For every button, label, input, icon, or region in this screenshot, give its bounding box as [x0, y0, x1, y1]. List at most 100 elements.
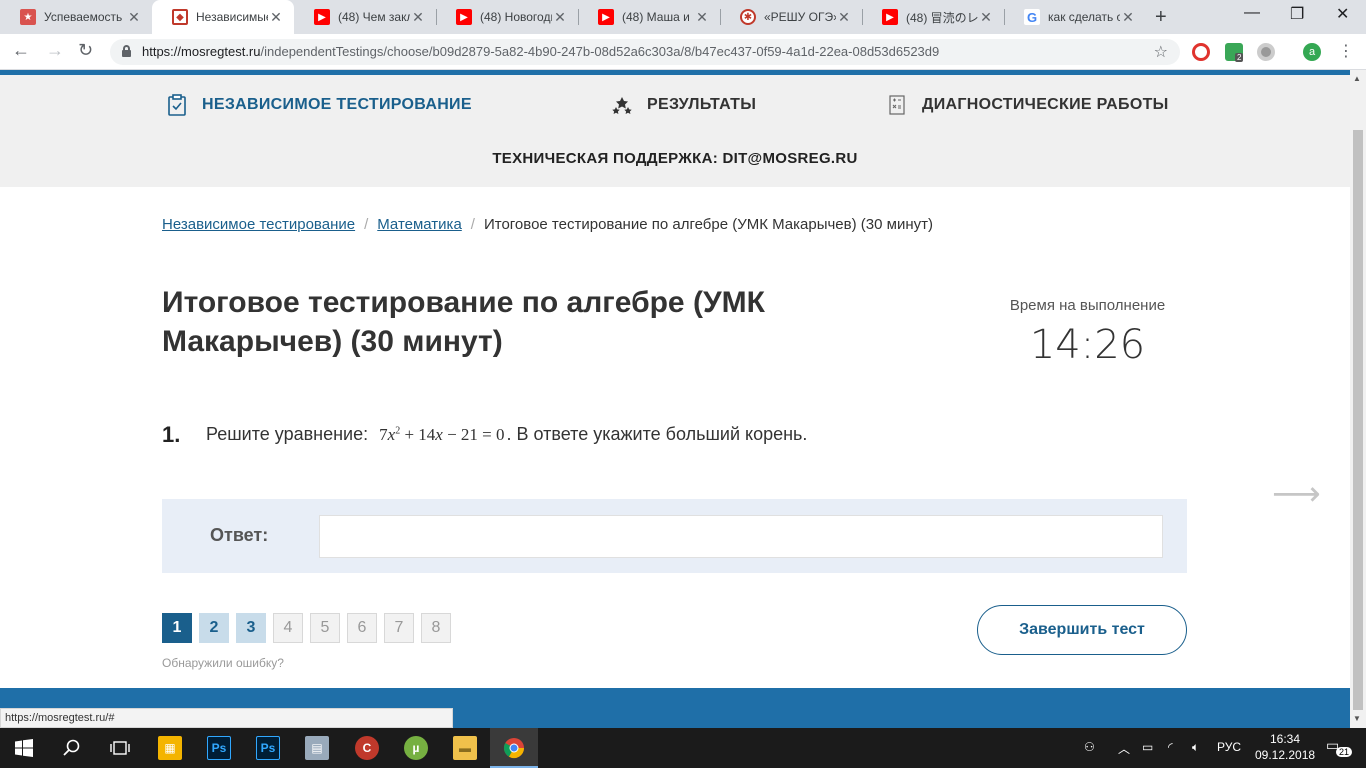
close-icon[interactable]: ✕	[978, 9, 994, 26]
scroll-down-icon[interactable]: ▼	[1353, 714, 1361, 723]
support-contact: ТЕХНИЧЕСКАЯ ПОДДЕРЖКА: DIT@MOSREG.RU	[492, 150, 858, 167]
question-pager: 1 2 3 4 5 6 7 8	[162, 613, 458, 643]
file-explorer-icon[interactable]: ▬	[453, 736, 477, 760]
timer-value: 14:26	[1029, 322, 1146, 368]
task-view-icon[interactable]	[108, 736, 132, 760]
mosreg-icon: ◆	[172, 9, 188, 25]
system-clock[interactable]: 16:34 09.12.2018	[1255, 731, 1315, 763]
close-icon[interactable]: ✕	[268, 9, 284, 26]
lock-icon	[122, 45, 131, 57]
answer-input[interactable]	[319, 515, 1163, 558]
back-icon[interactable]: ←	[12, 40, 30, 61]
battery-icon[interactable]: ▭	[1142, 740, 1153, 754]
tab-strip: ★ Успеваемость ✕ ◆ Независимые ✕ ▶ (48) …	[0, 0, 1366, 34]
answer-panel: Ответ:	[162, 499, 1187, 573]
finish-test-button[interactable]: Завершить тест	[977, 605, 1187, 655]
url-text: https://mosregtest.ru/independentTesting…	[142, 44, 939, 59]
breadcrumb-separator: /	[364, 216, 369, 233]
url-host: https://mosregtest.ru	[142, 44, 261, 59]
tab-title: (48) Чем заклю	[338, 10, 410, 24]
forward-icon[interactable]: →	[46, 40, 64, 61]
page-button-2[interactable]: 2	[199, 613, 229, 643]
site-header: НЕЗАВИСИМОЕ ТЕСТИРОВАНИЕ РЕЗУЛЬТАТЫ ДИАГ…	[0, 75, 1350, 187]
profile-avatar[interactable]: a	[1303, 43, 1321, 61]
tab-nezavisimye[interactable]: ◆ Независимые ✕	[152, 0, 294, 34]
search-icon[interactable]	[60, 736, 84, 760]
equation-part: + 14	[400, 425, 436, 444]
page-button-6[interactable]: 6	[347, 613, 377, 643]
tab-uspevaemost[interactable]: ★ Успеваемость ✕	[0, 0, 152, 34]
photoshop-icon[interactable]: Ps	[207, 736, 231, 760]
page-button-4[interactable]: 4	[273, 613, 303, 643]
question-text: Решите уравнение: 7x2 + 14x − 21 = 0. В …	[206, 424, 807, 445]
nav-independent-testing[interactable]: НЕЗАВИСИМОЕ ТЕСТИРОВАНИЕ	[166, 94, 472, 116]
utorrent-icon[interactable]: µ	[404, 736, 428, 760]
bookmark-star-icon[interactable]: ☆	[1154, 42, 1168, 62]
tab-title: Успеваемость	[44, 10, 123, 24]
app-icon[interactable]: ▤	[305, 736, 329, 760]
tab-youtube-3[interactable]: ▶ (48) Маша и М ✕	[578, 0, 720, 34]
tab-youtube-2[interactable]: ▶ (48) Новогодн ✕	[436, 0, 578, 34]
youtube-icon: ▶	[314, 9, 330, 25]
equation-part: x	[435, 425, 443, 444]
chrome-icon[interactable]	[502, 736, 526, 760]
show-hidden-icons-icon[interactable]: ︿	[1118, 740, 1130, 757]
new-tab-button[interactable]: +	[1155, 6, 1167, 29]
close-window-button[interactable]: ✕	[1336, 4, 1349, 24]
close-icon[interactable]: ✕	[694, 9, 710, 26]
close-icon[interactable]: ✕	[552, 9, 568, 26]
minimize-button[interactable]: —	[1244, 4, 1260, 22]
scrollbar-thumb[interactable]	[1353, 130, 1363, 710]
page-title: Итоговое тестирование по алгебре (УМК Ма…	[162, 286, 765, 358]
nav-diagnostic-works[interactable]: ДИАГНОСТИЧЕСКИЕ РАБОТЫ	[886, 94, 1169, 116]
youtube-icon: ▶	[882, 9, 898, 25]
profile-initial: a	[1308, 46, 1316, 58]
nav-results[interactable]: РЕЗУЛЬТАТЫ	[611, 94, 756, 116]
equation: 7x2 + 14x − 21 = 0	[379, 425, 504, 444]
equation-part: 7	[379, 425, 388, 444]
tab-title: (48) Новогодн	[480, 10, 552, 24]
page-button-8[interactable]: 8	[421, 613, 451, 643]
address-bar[interactable]: https://mosregtest.ru/independentTesting…	[110, 39, 1180, 65]
close-icon[interactable]: ✕	[1120, 9, 1136, 26]
tab-youtube-4[interactable]: ▶ (48) 冒涜のレク ✕	[862, 0, 1004, 34]
close-icon[interactable]: ✕	[836, 9, 852, 26]
tab-google[interactable]: G как сделать ск ✕	[1004, 0, 1146, 34]
close-icon[interactable]: ✕	[410, 9, 426, 26]
timer-label: Время на выполнение	[1009, 297, 1166, 314]
scroll-up-icon[interactable]: ▲	[1353, 74, 1361, 83]
tab-title: (48) 冒涜のレク	[906, 10, 978, 25]
tab-title: (48) Маша и М	[622, 10, 694, 24]
people-icon[interactable]: ⚇	[1084, 740, 1095, 754]
next-question-arrow-icon[interactable]: ⟶	[1272, 474, 1321, 514]
breadcrumb-link-independent-testing[interactable]: Независимое тестирование	[162, 216, 355, 233]
stars-icon	[611, 94, 633, 116]
tab-youtube-1[interactable]: ▶ (48) Чем заклю ✕	[294, 0, 436, 34]
store-icon[interactable]: ▦	[158, 736, 182, 760]
adblock-icon[interactable]: 2	[1225, 43, 1244, 62]
tab-title: «РЕШУ ОГЭ»: м	[764, 10, 836, 24]
page-scrollbar[interactable]: ▲ ▼	[1350, 70, 1366, 728]
ccleaner-icon[interactable]: C	[355, 736, 379, 760]
breadcrumb-link-math[interactable]: Математика	[377, 216, 462, 233]
start-icon[interactable]	[12, 736, 36, 760]
page-button-5[interactable]: 5	[310, 613, 340, 643]
language-indicator[interactable]: РУС	[1217, 740, 1241, 754]
maximize-button[interactable]: ❐	[1290, 4, 1304, 24]
tab-reshu-oge[interactable]: ✱ «РЕШУ ОГЭ»: м ✕	[720, 0, 862, 34]
photoshop-icon[interactable]: Ps	[256, 736, 280, 760]
close-icon[interactable]: ✕	[126, 9, 142, 26]
reload-icon[interactable]: ↻	[78, 40, 93, 61]
wifi-icon[interactable]: ◜	[1168, 740, 1173, 754]
notification-count-badge: 21	[1336, 747, 1353, 757]
page-button-3[interactable]: 3	[236, 613, 266, 643]
page-button-7[interactable]: 7	[384, 613, 414, 643]
page-button-1[interactable]: 1	[162, 613, 192, 643]
link-status-bar: https://mosregtest.ru/#	[0, 708, 453, 728]
volume-icon[interactable]: 🔈︎	[1192, 740, 1199, 755]
extension-icon[interactable]	[1257, 43, 1275, 61]
tab-title: как сделать ск	[1048, 10, 1120, 24]
menu-icon[interactable]: ⋮	[1338, 41, 1354, 61]
opera-icon[interactable]	[1192, 43, 1210, 61]
report-error-link[interactable]: Обнаружили ошибку?	[162, 656, 284, 670]
